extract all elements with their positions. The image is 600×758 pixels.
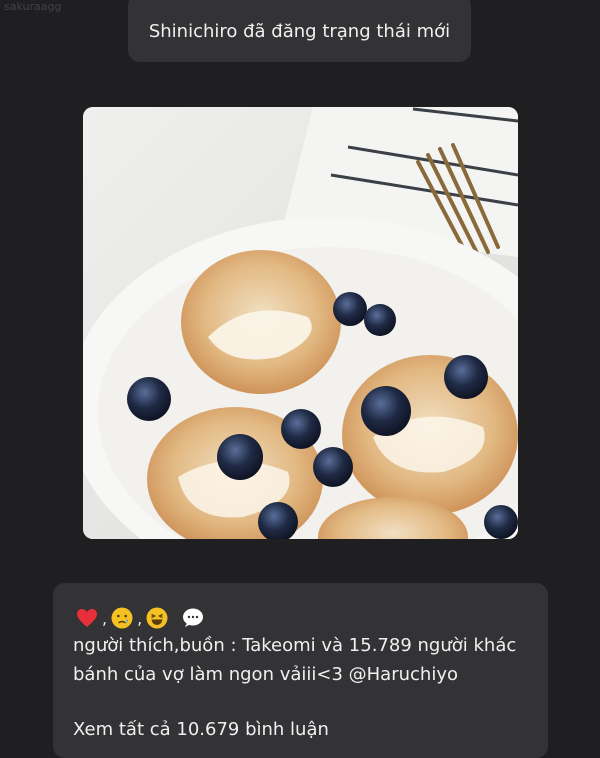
post-caption: bánh của vợ làm ngon vảiii<3 @Haruchiyo [73,664,458,685]
reaction-separator: , [137,608,143,628]
reaction-separator: , [102,608,108,628]
pancakes-image [83,107,518,539]
crying-face-icon[interactable] [110,606,134,630]
view-all-comments-link[interactable]: Xem tất cả 10.679 bình luận [73,719,329,740]
status-banner-text: Shinichiro đã đăng trạng thái mới [148,20,451,42]
laughing-face-icon[interactable] [145,606,169,630]
heart-icon[interactable] [75,606,99,630]
watermark: sakuraagg [4,0,62,13]
likes-summary[interactable]: người thích,buồn : Takeomi và 15.789 ngư… [73,635,516,656]
post-photo[interactable] [83,107,518,539]
status-banner[interactable]: Shinichiro đã đăng trạng thái mới [128,0,471,62]
post-info-card: , , người thích,buồn : Takeomi và 15.789… [53,583,548,758]
speech-bubble-icon[interactable] [181,606,205,630]
reaction-bar[interactable]: , , [75,603,205,633]
